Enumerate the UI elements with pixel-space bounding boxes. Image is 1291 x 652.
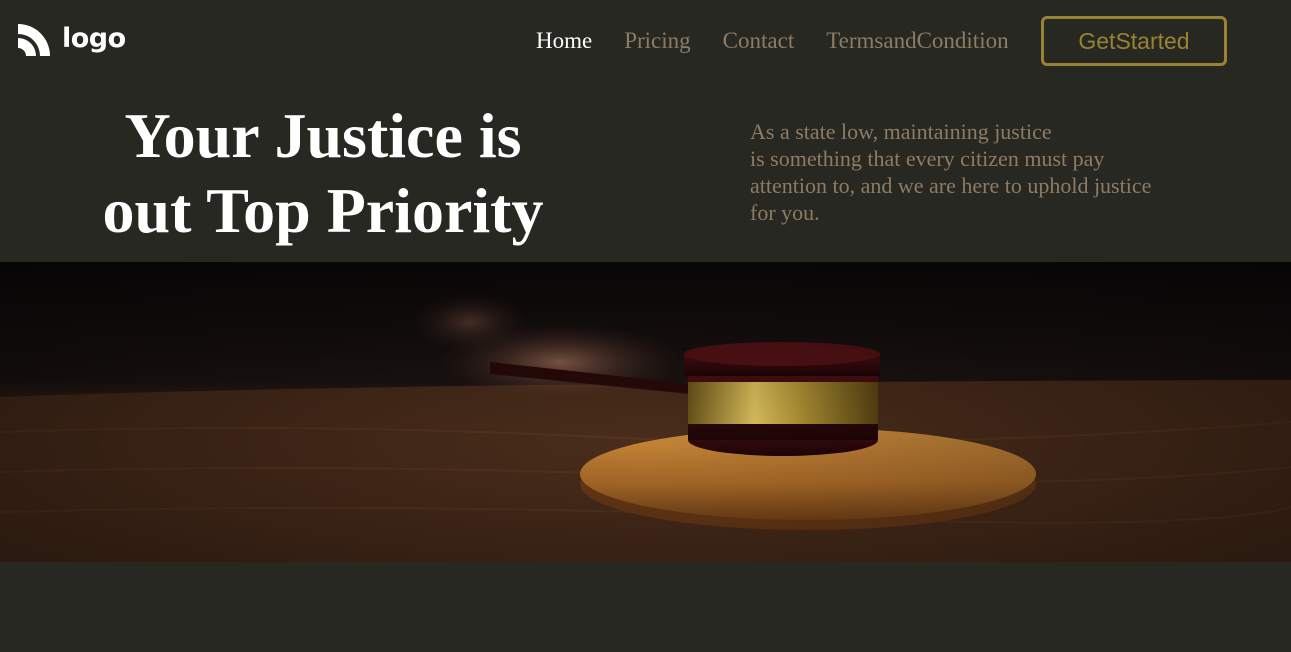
logo[interactable]: logo — [16, 22, 126, 58]
hero-title-line-2: out Top Priority — [102, 175, 544, 246]
get-started-button[interactable]: GetStarted — [1041, 16, 1227, 66]
hero-description: As a state low, maintaining justice is s… — [750, 118, 1220, 226]
nav-home[interactable]: Home — [536, 28, 592, 54]
hero-description-line-4: for you. — [750, 200, 820, 225]
nav-pricing[interactable]: Pricing — [624, 28, 690, 54]
nav-terms[interactable]: TermsandCondition — [826, 28, 1008, 54]
gavel-image — [0, 262, 1291, 562]
main-nav: Home Pricing Contact TermsandCondition — [536, 28, 1041, 54]
hero-description-line-1: As a state low, maintaining justice — [750, 119, 1052, 144]
logo-icon — [18, 24, 50, 56]
hero-title: Your Justice is out Top Priority — [70, 98, 576, 248]
hero-description-line-3: attention to, and we are here to uphold … — [750, 173, 1152, 198]
hero-description-line-2: is something that every citizen must pay — [750, 146, 1105, 171]
hero-title-line-1: Your Justice is — [124, 100, 522, 171]
nav-contact[interactable]: Contact — [723, 28, 795, 54]
logo-text: logo — [62, 22, 126, 54]
